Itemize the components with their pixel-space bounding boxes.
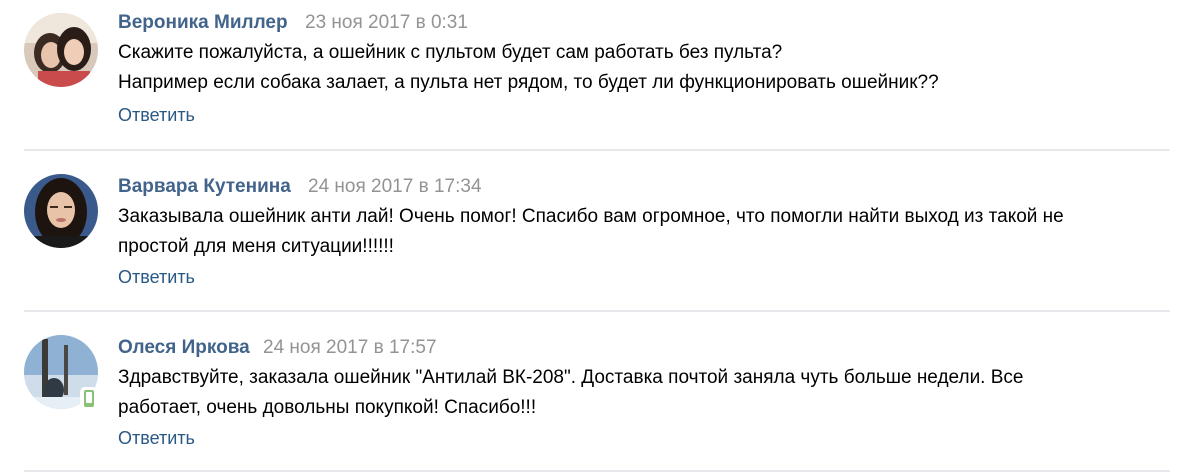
comment-divider [24,310,1170,312]
avatar[interactable] [24,13,98,87]
reply-button[interactable]: Ответить [118,267,195,288]
comment-author[interactable]: Олеся Иркова [118,337,250,359]
reply-button[interactable]: Ответить [118,105,195,126]
comment-text: Здравствуйте, заказала ошейник "Антилай … [118,363,1178,423]
comment-item: Варвара Кутенина 24 ноя 2017 в 17:34 Зак… [0,160,1200,310]
mobile-badge [80,387,98,411]
comment-text: Заказывала ошейник анти лай! Очень помог… [118,202,1178,262]
comment-text-line: Например если собака залает, а пульта не… [118,72,939,93]
comment-item: Олеся Иркова 24 ноя 2017 в 17:57 Здравст… [0,321,1200,471]
comment-text: Скажите пожалуйста, а ошейник с пультом … [118,38,1178,98]
comments-list: Вероника Миллер 23 ноя 2017 в 0:31 Скажи… [0,0,1200,475]
comment-text-line: Здравствуйте, заказала ошейник "Антилай … [118,367,1024,388]
comment-divider [24,149,1170,151]
comment-divider [24,470,1170,472]
comment-text-line: работает, очень довольны покупкой! Спаси… [118,397,537,418]
comment-item: Вероника Миллер 23 ноя 2017 в 0:31 Скажи… [0,0,1200,150]
avatar-photo [24,174,98,248]
comment-author[interactable]: Вероника Миллер [118,12,288,34]
comment-text-line: Скажите пожалуйста, а ошейник с пультом … [118,42,783,63]
avatar[interactable] [24,174,98,248]
comment-date[interactable]: 24 ноя 2017 в 17:57 [263,337,437,359]
comment-text-line: простой для меня ситуации!!!!!! [118,236,394,257]
comment-text-line: Заказывала ошейник анти лай! Очень помог… [118,206,1064,227]
comment-author[interactable]: Варвара Кутенина [118,176,291,198]
comment-date[interactable]: 23 ноя 2017 в 0:31 [305,12,468,34]
mobile-phone-icon [84,390,94,407]
reply-button[interactable]: Ответить [118,428,195,449]
comment-date[interactable]: 24 ноя 2017 в 17:34 [308,176,482,198]
avatar-photo [24,13,98,87]
